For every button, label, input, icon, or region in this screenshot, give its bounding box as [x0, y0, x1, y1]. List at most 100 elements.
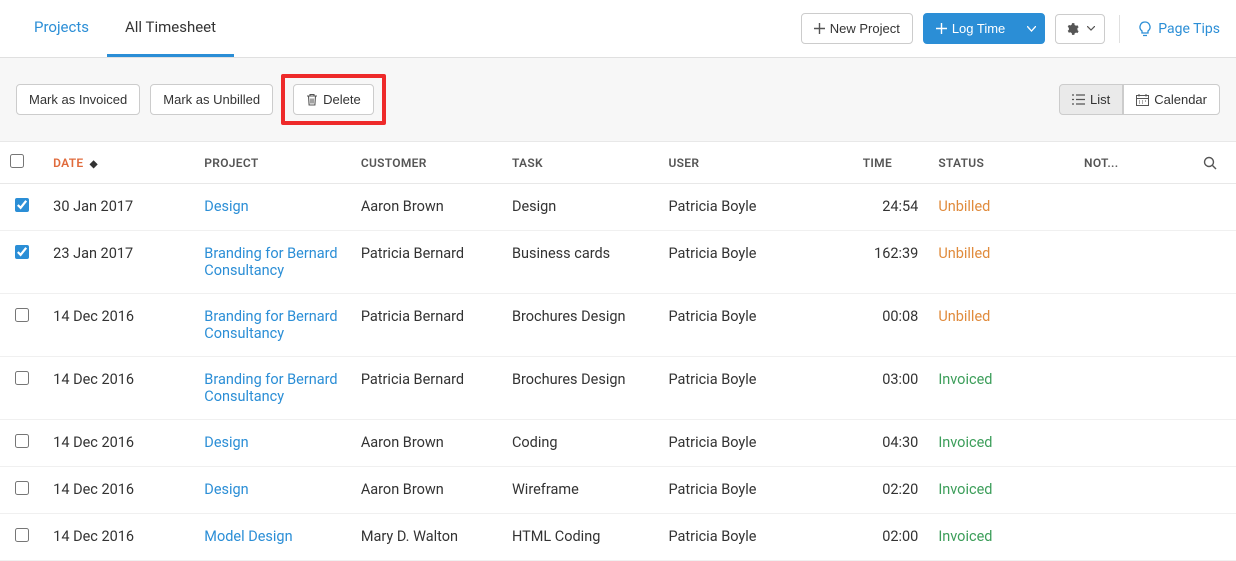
cell-time: 02:00 [853, 514, 929, 561]
caret-down-icon [1087, 26, 1095, 31]
top-bar: Projects All Timesheet New Project Log T… [0, 0, 1236, 58]
col-header-task[interactable]: TASK [502, 142, 659, 184]
cell-notes [1074, 231, 1193, 294]
delete-highlight: Delete [281, 74, 386, 125]
project-link[interactable]: Branding for Bernard Consultancy [204, 245, 337, 279]
row-checkbox[interactable] [15, 245, 29, 259]
cell-actions [1193, 184, 1236, 231]
cell-customer: Patricia Bernard [351, 357, 502, 420]
plus-icon [814, 23, 825, 34]
cell-date: 14 Dec 2016 [43, 357, 194, 420]
new-project-button[interactable]: New Project [801, 13, 913, 44]
col-header-notes[interactable]: NOT... [1074, 142, 1193, 184]
table-row[interactable]: 30 Jan 2017DesignAaron BrownDesignPatric… [0, 184, 1236, 231]
project-link[interactable]: Branding for Bernard Consultancy [204, 308, 337, 342]
col-header-time[interactable]: TIME [853, 142, 929, 184]
row-checkbox[interactable] [15, 198, 29, 212]
col-header-customer[interactable]: CUSTOMER [351, 142, 502, 184]
table-header-row: DATE ◆ PROJECT CUSTOMER TASK USER TIME S… [0, 142, 1236, 184]
status-badge: Invoiced [938, 434, 992, 451]
col-header-project[interactable]: PROJECT [194, 142, 351, 184]
table-row[interactable]: 14 Dec 2016Model DesignMary D. WaltonHTM… [0, 514, 1236, 561]
col-header-search [1193, 142, 1236, 184]
tab-all-timesheet[interactable]: All Timesheet [107, 0, 234, 57]
col-date-label: DATE [53, 156, 83, 170]
table-row[interactable]: 14 Dec 2016DesignAaron BrownCodingPatric… [0, 420, 1236, 467]
cell-date: 30 Jan 2017 [43, 184, 194, 231]
status-badge: Unbilled [938, 198, 990, 215]
cell-customer: Patricia Bernard [351, 294, 502, 357]
row-checkbox[interactable] [15, 434, 29, 448]
cell-actions [1193, 357, 1236, 420]
log-time-group: Log Time [923, 13, 1045, 44]
cell-task: Brochures Design [502, 357, 659, 420]
caret-down-icon [1027, 26, 1036, 32]
cell-customer: Patricia Bernard [351, 231, 502, 294]
row-checkbox[interactable] [15, 481, 29, 495]
sort-desc-icon: ◆ [90, 159, 98, 170]
list-view-button[interactable]: List [1059, 84, 1123, 115]
table-row[interactable]: 14 Dec 2016 Branding for Bernard Consulta… [0, 357, 1236, 420]
log-time-dropdown[interactable] [1018, 13, 1045, 44]
cell-date: 14 Dec 2016 [43, 294, 194, 357]
cell-task: Coding [502, 420, 659, 467]
col-header-date[interactable]: DATE ◆ [43, 142, 194, 184]
status-badge: Invoiced [938, 481, 992, 498]
cell-user: Patricia Boyle [658, 231, 852, 294]
page-tips-label: Page Tips [1158, 21, 1220, 37]
search-icon[interactable] [1203, 156, 1226, 170]
select-all-checkbox[interactable] [10, 154, 24, 168]
cell-task: HTML Coding [502, 514, 659, 561]
cell-actions [1193, 467, 1236, 514]
calendar-view-button[interactable]: Calendar [1123, 84, 1220, 115]
cell-customer: Aaron Brown [351, 184, 502, 231]
top-tabs: Projects All Timesheet [16, 0, 234, 57]
cell-notes [1074, 184, 1193, 231]
row-checkbox[interactable] [15, 371, 29, 385]
project-link[interactable]: Branding for Bernard Consultancy [204, 371, 337, 405]
new-project-label: New Project [830, 21, 900, 36]
list-label: List [1090, 92, 1110, 107]
cell-task: Business cards [502, 231, 659, 294]
cell-time: 02:20 [853, 467, 929, 514]
cell-task: Wireframe [502, 467, 659, 514]
project-link[interactable]: Design [204, 198, 248, 215]
row-checkbox[interactable] [15, 528, 29, 542]
cell-customer: Aaron Brown [351, 420, 502, 467]
cell-actions [1193, 514, 1236, 561]
cell-date: 23 Jan 2017 [43, 231, 194, 294]
row-checkbox[interactable] [15, 308, 29, 322]
cell-time: 24:54 [853, 184, 929, 231]
cell-time: 03:00 [853, 357, 929, 420]
col-header-status[interactable]: STATUS [928, 142, 1074, 184]
tab-projects[interactable]: Projects [16, 0, 107, 57]
mark-invoiced-button[interactable]: Mark as Invoiced [16, 84, 140, 115]
plus-icon [936, 23, 947, 34]
cell-task: Design [502, 184, 659, 231]
cell-user: Patricia Boyle [658, 420, 852, 467]
table-row[interactable]: 23 Jan 2017 Branding for Bernard Consulta… [0, 231, 1236, 294]
cell-notes [1074, 357, 1193, 420]
status-badge: Invoiced [938, 528, 992, 545]
page-tips-link[interactable]: Page Tips [1134, 21, 1220, 37]
table-row[interactable]: 14 Dec 2016DesignAaron BrownWireframePat… [0, 467, 1236, 514]
cell-customer: Mary D. Walton [351, 514, 502, 561]
cell-actions [1193, 231, 1236, 294]
col-header-checkbox [0, 142, 43, 184]
cell-actions [1193, 420, 1236, 467]
project-link[interactable]: Model Design [204, 528, 292, 545]
gear-icon [1065, 22, 1079, 36]
cell-user: Patricia Boyle [658, 514, 852, 561]
mark-unbilled-button[interactable]: Mark as Unbilled [150, 84, 273, 115]
log-time-button[interactable]: Log Time [923, 13, 1018, 44]
cell-time: 04:30 [853, 420, 929, 467]
settings-button[interactable] [1055, 14, 1105, 44]
project-link[interactable]: Design [204, 434, 248, 451]
table-row[interactable]: 14 Dec 2016 Branding for Bernard Consulta… [0, 294, 1236, 357]
delete-button[interactable]: Delete [293, 84, 374, 115]
timesheet-table: DATE ◆ PROJECT CUSTOMER TASK USER TIME S… [0, 142, 1236, 561]
project-link[interactable]: Design [204, 481, 248, 498]
col-header-user[interactable]: USER [658, 142, 852, 184]
cell-customer: Aaron Brown [351, 467, 502, 514]
action-bar: Mark as Invoiced Mark as Unbilled Delete… [0, 58, 1236, 142]
